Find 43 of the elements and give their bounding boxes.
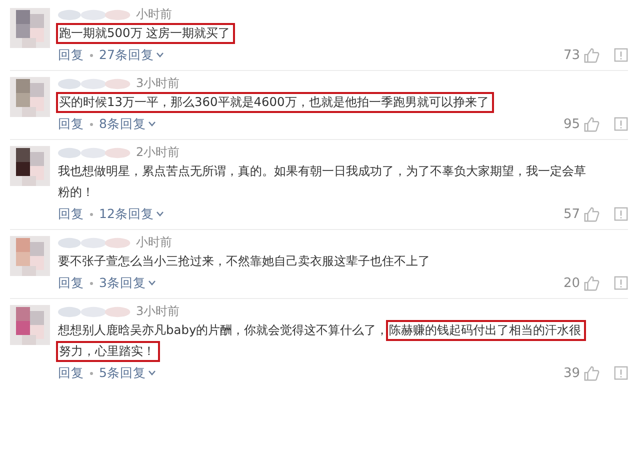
report-icon[interactable] (614, 48, 628, 62)
caret-icon (148, 121, 156, 127)
comment-text: 努力，心里踏实！ (58, 343, 158, 360)
report-icon[interactable] (614, 117, 628, 131)
replies-link[interactable]: 27条回复 (99, 46, 164, 64)
reply-link[interactable]: 回复 (58, 46, 84, 64)
caret-icon (148, 280, 156, 286)
comment-time: 3小时前 (136, 75, 180, 92)
like-count: 39 (563, 366, 580, 380)
report-icon[interactable] (614, 366, 628, 380)
report-icon[interactable] (614, 207, 628, 221)
replies-link[interactable]: 8条回复 (99, 116, 156, 132)
comment-text: 跑一期就500万 这房一期就买了 (58, 25, 234, 42)
reply-link[interactable]: 回复 (58, 364, 84, 382)
comment-time: 3小时前 (136, 303, 180, 320)
reply-link[interactable]: 回复 (58, 206, 84, 222)
thumbs-up-icon[interactable] (583, 364, 600, 382)
thumbs-up-icon[interactable] (583, 116, 600, 132)
comment-text: 粉的！ (58, 184, 94, 201)
reply-link[interactable]: 回复 (58, 116, 84, 132)
reply-link[interactable]: 回复 (58, 274, 84, 292)
caret-icon (156, 52, 164, 58)
report-icon[interactable] (614, 276, 628, 290)
replies-link[interactable]: 12条回复 (99, 206, 164, 222)
comment-time: 2小时前 (136, 144, 180, 161)
thumbs-up-icon[interactable] (583, 206, 600, 222)
comment-text: 陈赫赚的钱起码付出了相当的汗水很 (388, 322, 584, 339)
thumbs-up-icon[interactable] (583, 46, 600, 64)
comment-text: 买的时候13万一平，那么360平就是4600万，也就是他拍一季跑男就可以挣来了 (58, 94, 492, 111)
comment-text: 想想别人鹿晗吴亦凡baby的片酬，你就会觉得这不算什么了， (58, 322, 388, 339)
like-count: 57 (563, 206, 580, 222)
like-count: 73 (563, 48, 580, 62)
caret-icon (156, 211, 164, 217)
thumbs-up-icon[interactable] (583, 274, 600, 292)
comment-text: 我也想做明星，累点苦点无所谓，真的。如果有朝一日我成功了，为了不辜负大家期望，我一定会草 (58, 163, 586, 180)
like-count: 20 (563, 276, 580, 290)
caret-icon (148, 370, 156, 376)
comment-time: 小时前 (136, 234, 172, 251)
comment-time: 小时前 (136, 6, 172, 23)
replies-link[interactable]: 5条回复 (99, 364, 156, 382)
comment-text: 要不张子萱怎么当小三抢过来，不然靠她自己卖衣服这辈子也住不上了 (58, 253, 430, 270)
like-count: 95 (563, 116, 580, 132)
replies-link[interactable]: 3条回复 (99, 274, 156, 292)
